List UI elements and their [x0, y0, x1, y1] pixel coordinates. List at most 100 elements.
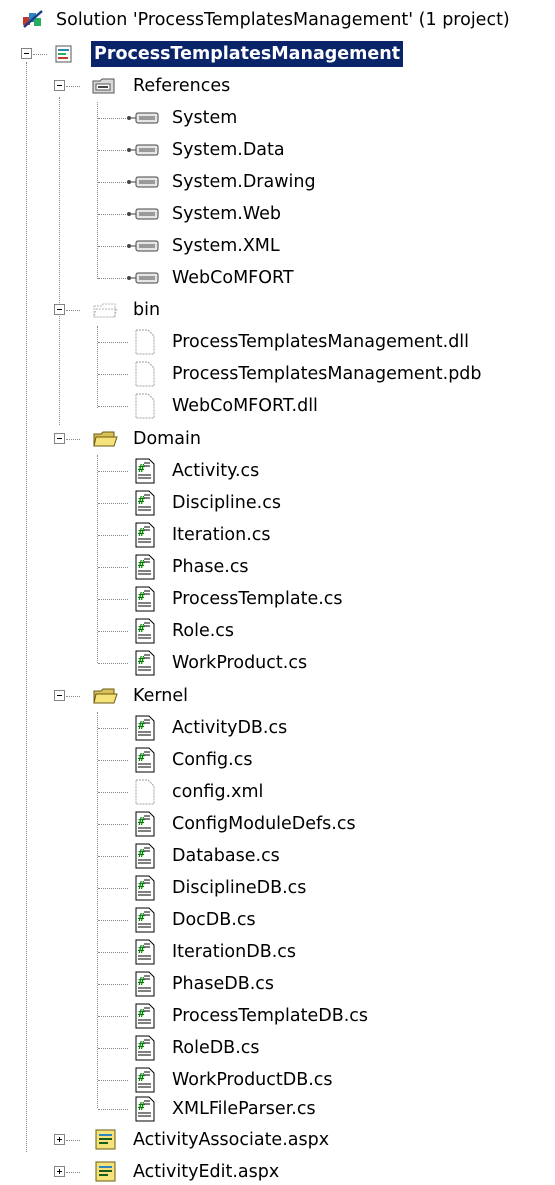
cs-file-item[interactable]: # ConfigModuleDefs.cs: [0, 808, 555, 840]
solution-node[interactable]: Solution 'ProcessTemplatesManagement' (1…: [0, 4, 555, 36]
cs-file-item[interactable]: # Role.cs: [0, 615, 555, 647]
cs-file-icon: #: [134, 554, 156, 580]
file-item[interactable]: ProcessTemplatesManagement.dll: [0, 326, 555, 358]
cs-file-icon: #: [134, 650, 156, 676]
cs-file-item[interactable]: # ProcessTemplate.cs: [0, 583, 555, 615]
file-item[interactable]: config.xml: [0, 776, 555, 808]
assembly-reference-icon: [126, 207, 162, 227]
cs-file-item[interactable]: # Activity.cs: [0, 455, 555, 487]
assembly-reference-icon: [126, 175, 162, 195]
references-collapse-toggle[interactable]: [54, 80, 65, 91]
bin-folder-node[interactable]: bin: [0, 294, 555, 326]
cs-file-icon: #: [134, 1096, 156, 1122]
project-collapse-toggle[interactable]: [21, 48, 32, 59]
cs-file-icon: #: [134, 875, 156, 901]
folder-icon: [92, 429, 118, 449]
references-node[interactable]: References: [0, 70, 555, 102]
assembly-reference-icon: [126, 271, 162, 291]
svg-text:#: #: [138, 622, 145, 635]
reference-item[interactable]: System.Drawing: [0, 166, 555, 198]
svg-text:#: #: [138, 751, 145, 764]
cs-file-item[interactable]: # Discipline.cs: [0, 487, 555, 519]
aspx-expand-toggle[interactable]: [54, 1166, 65, 1177]
svg-text:#: #: [138, 1100, 145, 1113]
svg-text:#: #: [138, 1039, 145, 1052]
cs-file-item[interactable]: # Iteration.cs: [0, 519, 555, 551]
file-label: Activity.cs: [172, 461, 260, 481]
references-label: References: [133, 76, 231, 96]
file-label: IterationDB.cs: [172, 942, 297, 962]
reference-label: System.XML: [172, 236, 280, 256]
file-label: WorkProductDB.cs: [172, 1070, 333, 1090]
assembly-reference-icon: [126, 111, 162, 131]
file-label: PhaseDB.cs: [172, 974, 275, 994]
aspx-page-node[interactable]: ActivityEdit.aspx: [0, 1156, 555, 1185]
file-label: Phase.cs: [172, 557, 249, 577]
cs-file-item[interactable]: # XMLFileParser.cs: [0, 1093, 555, 1125]
cs-file-item[interactable]: # WorkProduct.cs: [0, 647, 555, 679]
domain-collapse-toggle[interactable]: [54, 433, 65, 444]
cs-file-item[interactable]: # RoleDB.cs: [0, 1032, 555, 1064]
cs-file-icon: #: [134, 971, 156, 997]
file-label: ProcessTemplateDB.cs: [172, 1006, 369, 1026]
cs-file-item[interactable]: # Config.cs: [0, 744, 555, 776]
file-label: Config.cs: [172, 750, 253, 770]
svg-text:#: #: [138, 943, 145, 956]
cs-file-item[interactable]: # ProcessTemplateDB.cs: [0, 1000, 555, 1032]
file-item[interactable]: ProcessTemplatesManagement.pdb: [0, 358, 555, 390]
svg-text:#: #: [138, 526, 145, 539]
cs-file-icon: #: [134, 458, 156, 484]
file-label: DisciplineDB.cs: [172, 878, 307, 898]
svg-text:#: #: [138, 558, 145, 571]
assembly-reference-icon: [126, 239, 162, 259]
kernel-label: Kernel: [133, 686, 188, 706]
aspx-page-node[interactable]: ActivityAssociate.aspx: [0, 1124, 555, 1156]
cs-file-item[interactable]: # Database.cs: [0, 840, 555, 872]
cs-file-icon: #: [134, 1003, 156, 1029]
bin-collapse-toggle[interactable]: [54, 304, 65, 315]
kernel-folder-node[interactable]: Kernel: [0, 680, 555, 712]
cs-file-item[interactable]: # Phase.cs: [0, 551, 555, 583]
svg-text:#: #: [138, 1007, 145, 1020]
references-folder-icon: [92, 76, 115, 96]
assembly-reference-icon: [126, 143, 162, 163]
hidden-file-icon: [134, 361, 156, 387]
file-label: ProcessTemplate.cs: [172, 589, 343, 609]
cs-file-item[interactable]: # DisciplineDB.cs: [0, 872, 555, 904]
cs-file-item[interactable]: # DocDB.cs: [0, 904, 555, 936]
aspx-expand-toggle[interactable]: [54, 1134, 65, 1145]
aspx-page-icon: [94, 1128, 118, 1152]
file-label: ProcessTemplatesManagement.dll: [172, 332, 470, 352]
file-label: ActivityDB.cs: [172, 718, 288, 738]
domain-folder-node[interactable]: Domain: [0, 423, 555, 455]
reference-item[interactable]: System.Data: [0, 134, 555, 166]
cs-file-item[interactable]: # WorkProductDB.cs: [0, 1064, 555, 1096]
svg-text:#: #: [138, 815, 145, 828]
svg-text:#: #: [138, 975, 145, 988]
solution-icon: [22, 9, 43, 29]
cs-file-icon: #: [134, 907, 156, 933]
cs-file-item[interactable]: # IterationDB.cs: [0, 936, 555, 968]
svg-text:#: #: [138, 590, 145, 603]
svg-text:#: #: [138, 494, 145, 507]
reference-item[interactable]: System.Web: [0, 198, 555, 230]
file-label: Iteration.cs: [172, 525, 271, 545]
cs-file-icon: #: [134, 811, 156, 837]
project-node[interactable]: ProcessTemplatesManagement: [0, 38, 555, 70]
cs-file-item[interactable]: # ActivityDB.cs: [0, 712, 555, 744]
cs-file-icon: #: [134, 939, 156, 965]
file-label: XMLFileParser.cs: [172, 1099, 316, 1119]
reference-item[interactable]: WebCoMFORT: [0, 262, 555, 294]
kernel-collapse-toggle[interactable]: [54, 690, 65, 701]
project-label: ProcessTemplatesManagement: [91, 41, 404, 67]
cs-file-item[interactable]: # PhaseDB.cs: [0, 968, 555, 1000]
file-item[interactable]: WebCoMFORT.dll: [0, 390, 555, 422]
folder-icon: [92, 686, 118, 706]
file-label: ProcessTemplatesManagement.pdb: [172, 364, 482, 384]
reference-item[interactable]: System.XML: [0, 230, 555, 262]
cs-file-icon: #: [134, 522, 156, 548]
file-label: WebCoMFORT.dll: [172, 396, 318, 416]
reference-item[interactable]: System: [0, 102, 555, 134]
project-icon: [54, 44, 74, 64]
bin-label: bin: [133, 300, 161, 320]
